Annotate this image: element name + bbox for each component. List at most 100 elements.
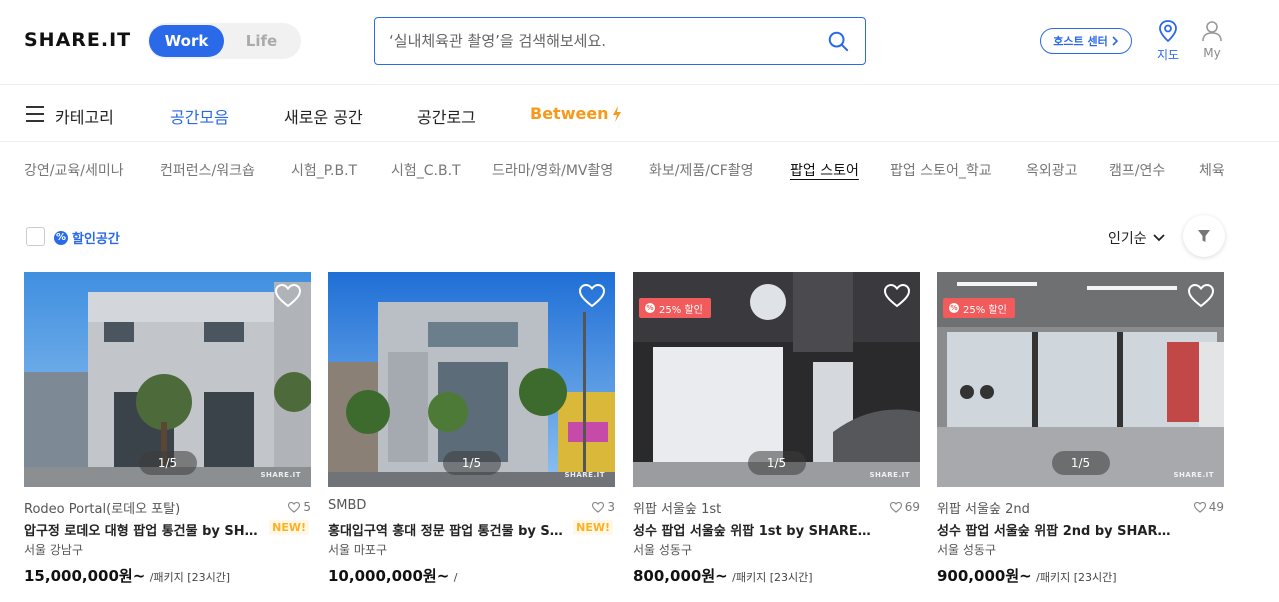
subcat-pbt[interactable]: 시험_P.B.T <box>291 160 357 180</box>
discount-badge: % 25% 할인 <box>639 298 711 318</box>
likes-count: 3 <box>592 500 615 514</box>
space-title[interactable]: 홍대입구역 홍대 정문 팝업 통건물 by SHARE.IT <box>328 520 568 539</box>
filter-button[interactable] <box>1183 215 1225 257</box>
logo[interactable]: SHARE.IT <box>24 29 131 51</box>
price: 800,000원~ /패키지 [23시간] <box>633 565 813 586</box>
price: 10,000,000원~ / <box>328 565 457 586</box>
host-center-button[interactable]: 호스트 센터 <box>1040 28 1132 54</box>
host-name: 위팝 서울숲 2nd <box>937 502 1030 517</box>
search-box <box>374 17 866 65</box>
space-image[interactable]: % 25% 할인 1/5 SHARE.IT <box>937 272 1224 487</box>
watermark: SHARE.IT <box>564 471 605 479</box>
subcat-sports[interactable]: 체육 <box>1199 160 1225 180</box>
nav-new-space[interactable]: 새로운 공간 <box>284 104 363 128</box>
percent-icon: % <box>645 303 655 313</box>
heart-outline-icon <box>592 501 605 513</box>
watermark: SHARE.IT <box>1173 471 1214 479</box>
nav-space-collection[interactable]: 공간모음 <box>170 104 229 128</box>
space-title[interactable]: 성수 팝업 서울숲 위팝 2nd by SHARE.IT <box>937 520 1177 539</box>
subcat-photo[interactable]: 화보/제품/CF촬영 <box>649 160 754 180</box>
sort-label: 인기순 <box>1108 231 1147 247</box>
search-input[interactable] <box>389 18 819 64</box>
map-label: 지도 <box>1156 48 1180 62</box>
host-name: SMBD <box>328 498 367 513</box>
space-card[interactable]: % 25% 할인 1/5 SHARE.IT 위팝 서울숲 1st 69 성수 팝… <box>633 272 920 585</box>
nav-between[interactable]: Between <box>530 104 623 123</box>
subcat-outdoor-ad[interactable]: 옥외광고 <box>1026 160 1078 180</box>
my-label: My <box>1203 46 1221 60</box>
space-image[interactable]: 1/5 SHARE.IT <box>328 272 615 487</box>
location: 서울 마포구 <box>328 543 388 557</box>
discount-checkbox[interactable] <box>26 227 45 246</box>
location: 서울 강남구 <box>24 543 84 557</box>
space-title[interactable]: 압구정 로데오 대형 팝업 통건물 by SHARE.IT <box>24 520 264 539</box>
space-card[interactable]: 1/5 SHARE.IT SMBD 3 홍대입구역 홍대 정문 팝업 통건물 b… <box>328 272 615 585</box>
price-unit: /패키지 [23시간] <box>149 571 231 584</box>
heart-outline-icon <box>889 501 902 513</box>
image-counter: 1/5 <box>442 451 501 475</box>
heart-icon[interactable] <box>275 284 301 308</box>
search-icon[interactable] <box>827 30 849 52</box>
chevron-down-icon <box>1153 234 1165 242</box>
price-unit: /패키지 [23시간] <box>1036 571 1117 584</box>
space-card[interactable]: 1/5 SHARE.IT Rodeo Portal(로데오 포탈) 5 압구정 … <box>24 272 311 585</box>
map-button[interactable]: 지도 <box>1153 20 1183 63</box>
percent-icon: % <box>54 230 68 245</box>
funnel-icon <box>1198 230 1210 242</box>
likes-count: 49 <box>1193 500 1224 514</box>
likes-value: 5 <box>303 500 311 514</box>
category-nav: 카테고리 공간모음 새로운 공간 공간로그 Between <box>0 86 1279 142</box>
subcat-lecture[interactable]: 강연/교육/세미나 <box>24 160 124 180</box>
space-image[interactable]: 1/5 SHARE.IT <box>24 272 311 487</box>
menu-icon[interactable] <box>26 106 44 122</box>
sort-dropdown[interactable]: 인기순 <box>1108 228 1165 248</box>
subcat-camp[interactable]: 캠프/연수 <box>1109 160 1165 180</box>
image-counter: 1/5 <box>1051 451 1110 475</box>
price: 15,000,000원~ /패키지 [23시간] <box>24 565 230 586</box>
heart-outline-icon <box>1193 501 1206 513</box>
price-value: 15,000,000원~ <box>24 567 146 585</box>
new-badge: NEW! <box>573 520 613 535</box>
location: 서울 성동구 <box>633 543 693 557</box>
watermark: SHARE.IT <box>260 471 301 479</box>
nav-space-log[interactable]: 공간로그 <box>417 104 476 128</box>
likes-value: 3 <box>607 500 615 514</box>
space-image[interactable]: % 25% 할인 1/5 SHARE.IT <box>633 272 920 487</box>
heart-icon[interactable] <box>579 284 605 308</box>
percent-icon: % <box>949 303 959 313</box>
user-icon <box>1202 21 1222 42</box>
nav-category[interactable]: 카테고리 <box>55 104 114 128</box>
price-value: 10,000,000원~ <box>328 567 450 585</box>
heart-outline-icon <box>288 501 301 513</box>
top-header: SHARE.IT Work Life 호스트 센터 지도 My <box>0 0 1279 85</box>
my-button[interactable]: My <box>1197 20 1227 60</box>
host-name: Rodeo Portal(로데오 포탈) <box>24 502 181 517</box>
likes-count: 69 <box>889 500 920 514</box>
price-unit: / <box>453 571 458 584</box>
discount-badge-label: 25% 할인 <box>659 304 703 316</box>
subcat-drama[interactable]: 드라마/영화/MV촬영 <box>492 160 613 180</box>
discount-filter[interactable]: % 할인공간 <box>54 228 120 247</box>
price-value: 800,000원~ <box>633 567 728 585</box>
nav-between-label: Between <box>530 104 609 123</box>
likes-value: 49 <box>1208 500 1224 514</box>
lightning-icon <box>612 105 621 122</box>
space-card[interactable]: % 25% 할인 1/5 SHARE.IT 위팝 서울숲 2nd 49 성수 팝… <box>937 272 1224 585</box>
discount-label: 할인공간 <box>72 232 120 247</box>
subcat-cbt[interactable]: 시험_C.B.T <box>391 160 461 180</box>
map-pin-icon <box>1159 20 1177 42</box>
likes-count: 5 <box>288 500 311 514</box>
subcat-popup[interactable]: 팝업 스토어 <box>790 160 859 180</box>
toggle-life[interactable]: Life <box>224 25 299 57</box>
location: 서울 성동구 <box>937 543 997 557</box>
subcat-conference[interactable]: 컨퍼런스/워크숍 <box>160 160 255 180</box>
subcat-popup-school[interactable]: 팝업 스토어_학교 <box>890 160 992 180</box>
discount-badge: % 25% 할인 <box>943 298 1015 318</box>
work-life-toggle: Work Life <box>148 23 301 59</box>
host-name: 위팝 서울숲 1st <box>633 502 722 517</box>
space-title[interactable]: 성수 팝업 서울숲 위팝 1st by SHARE.IT <box>633 520 873 539</box>
likes-value: 69 <box>904 500 920 514</box>
toggle-work[interactable]: Work <box>149 25 224 57</box>
heart-icon[interactable] <box>1188 284 1214 308</box>
heart-icon[interactable] <box>884 284 910 308</box>
